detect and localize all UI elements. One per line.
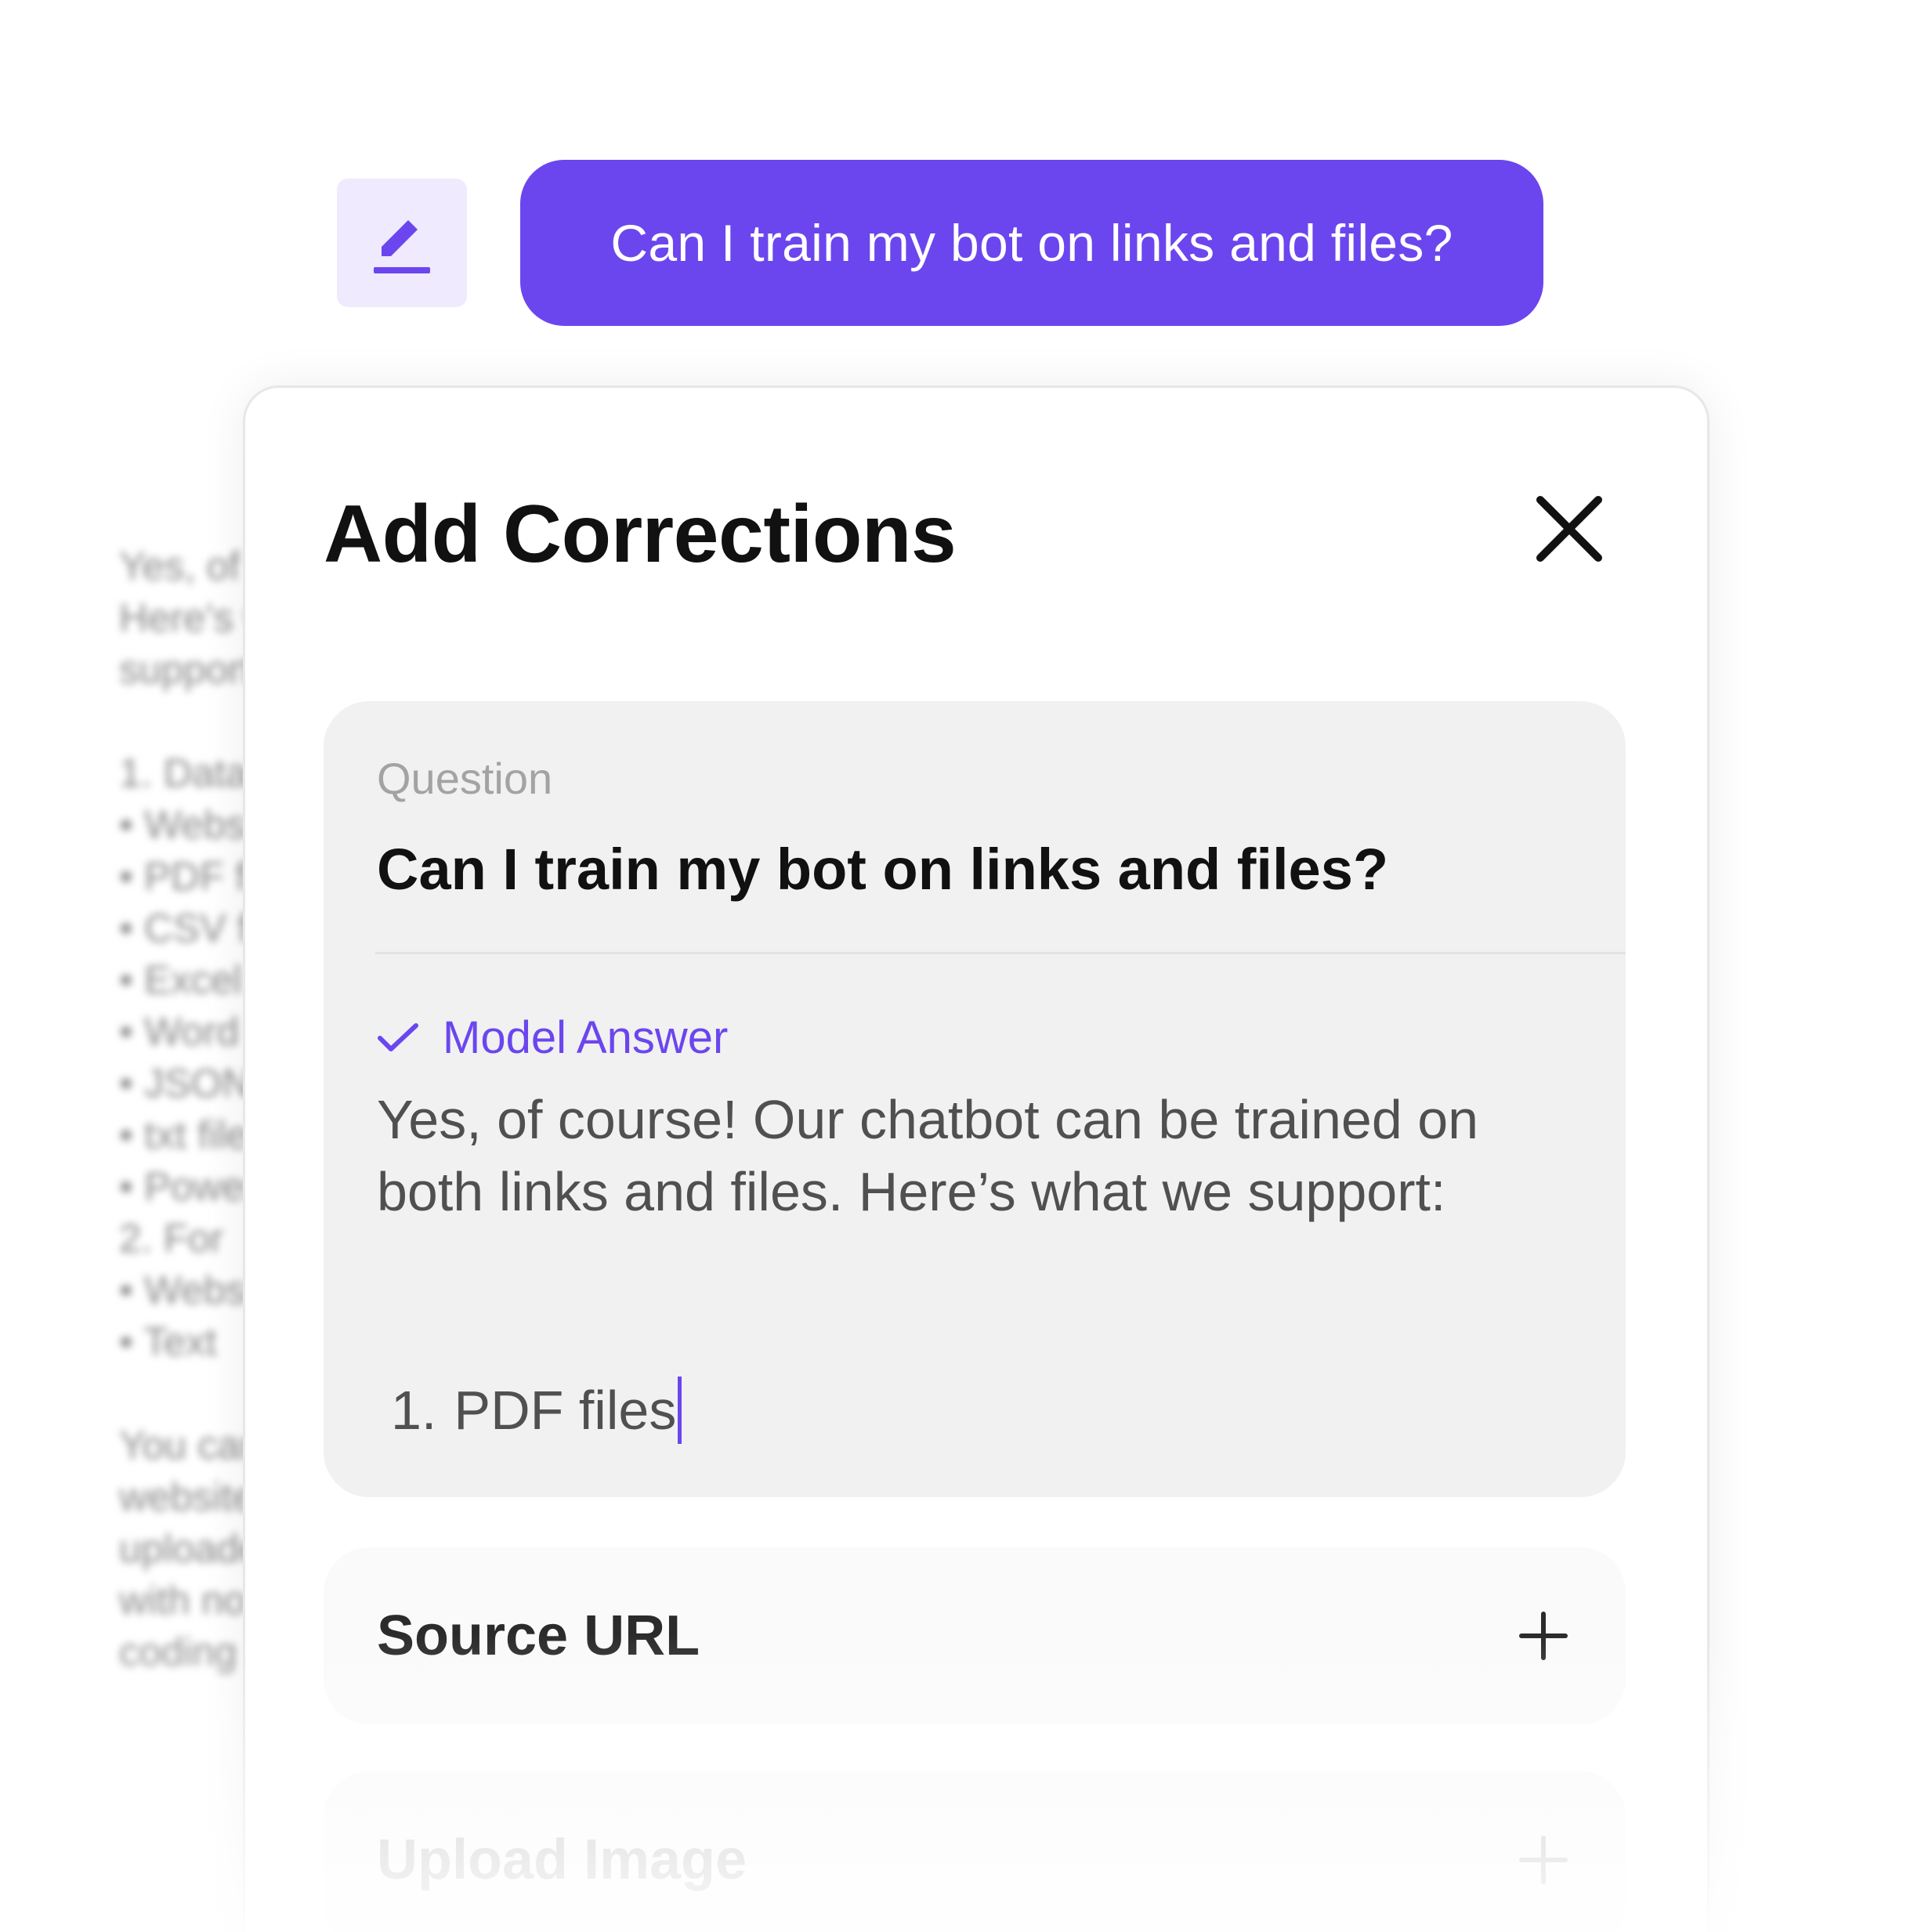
question-text: Can I train my bot on links and files? (377, 837, 1389, 902)
correction-screen: Yes, of course! Our chatbot can be train… (0, 0, 1932, 1932)
edit-message-button[interactable] (337, 179, 467, 307)
check-icon (378, 1022, 418, 1051)
user-message-text: Can I train my bot on links and files? (610, 214, 1453, 272)
model-answer-header: Model Answer (377, 1011, 728, 1064)
close-icon (1536, 496, 1602, 562)
upload-image-row[interactable]: Upload Image (324, 1771, 1626, 1932)
list-number: 1. (391, 1380, 437, 1441)
source-url-row[interactable]: Source URL (324, 1547, 1626, 1724)
answer-editor-text[interactable]: Yes, of course! Our chatbot can be train… (377, 1084, 1568, 1228)
question-label: Question (377, 754, 553, 803)
question-answer-card: Question Can I train my bot on links and… (324, 701, 1626, 1497)
upload-image-label: Upload Image (377, 1829, 747, 1891)
modal-title: Add Corrections (324, 489, 957, 580)
list-item-text: PDF files (454, 1380, 677, 1441)
model-answer-label: Model Answer (443, 1012, 729, 1063)
answer-list-item[interactable]: 1. PDF files (391, 1377, 682, 1444)
source-url-label: Source URL (377, 1605, 700, 1667)
divider (375, 952, 1626, 954)
plus-icon[interactable] (1519, 1836, 1568, 1884)
add-corrections-modal: Add Corrections Question Can I train my … (243, 385, 1709, 1932)
pencil-edit-icon (374, 220, 430, 273)
text-cursor (678, 1377, 682, 1444)
user-message-bubble: Can I train my bot on links and files? (520, 160, 1543, 326)
close-button[interactable] (1522, 482, 1616, 576)
plus-icon[interactable] (1519, 1612, 1568, 1660)
